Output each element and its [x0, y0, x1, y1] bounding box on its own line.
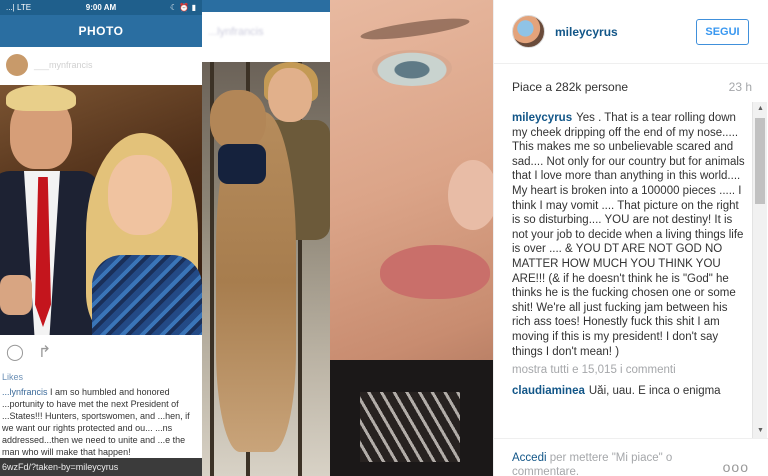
phone-caption-text: I am so humbled and honored ...portunity… [2, 387, 190, 457]
carrier-text: ...| LTE [6, 3, 32, 12]
phone-action-row: ◯ ↱ [0, 338, 202, 366]
caption-comment: mileycyrus Yes . That is a tear rolling d… [512, 111, 748, 359]
thumbs-up-hand [0, 275, 32, 315]
nose [448, 160, 493, 230]
more-options-icon[interactable]: ooo [723, 459, 749, 475]
phone-avatar [6, 54, 28, 76]
blurred-username: ...lynfrancis [208, 26, 264, 38]
comments-list: mileycyrus Yes . That is a tear rolling d… [512, 111, 748, 431]
phone-top-strip [202, 0, 330, 12]
avatar[interactable] [512, 15, 545, 48]
status-icons: ☾ ⏰ ▮ [170, 3, 196, 12]
lips [380, 245, 490, 299]
status-time: 9:00 AM [85, 3, 117, 12]
selfie-closeup [330, 0, 493, 476]
caption-username[interactable]: mileycyrus [512, 112, 572, 124]
list-item: claudiaminea Uăi, uau. E inca o enigma [512, 384, 748, 399]
comments-scrollbar[interactable]: ▲ ▼ [752, 102, 767, 438]
phone-caption-user: ...lynfrancis [2, 387, 48, 397]
post-username[interactable]: mileycyrus [555, 25, 618, 39]
comment-username[interactable]: claudiaminea [512, 385, 585, 397]
scroll-down-icon[interactable]: ▼ [753, 424, 768, 438]
follow-button[interactable]: SEGUI [696, 19, 749, 45]
screenshot-hunting-photo: ...lynfrancis [202, 0, 330, 476]
hunting-photo [202, 62, 330, 476]
phone-status-bar: ...| LTE 9:00 AM ☾ ⏰ ▮ [0, 0, 202, 15]
shirt-print [360, 392, 460, 462]
post-header: mileycyrus SEGUI [494, 0, 768, 64]
phone-likes: Likes [2, 372, 24, 382]
likes-row: Piace a 282k persone 23 h [512, 80, 752, 98]
dark-jacket [218, 144, 266, 184]
login-link[interactable]: Accedi [512, 452, 547, 464]
browser-status-url: 6wzFd/?taken-by=mileycyrus [0, 458, 202, 476]
likes-count[interactable]: Piace a 282k persone [512, 80, 628, 94]
post-image[interactable]: ...| LTE 9:00 AM ☾ ⏰ ▮ PHOTO ___mynfranc… [0, 0, 493, 476]
scroll-up-icon[interactable]: ▲ [753, 102, 768, 116]
woman-face [108, 155, 172, 235]
man-hair [6, 85, 76, 111]
post-sidebar: mileycyrus SEGUI Piace a 282k persone 23… [493, 0, 768, 476]
phone-user-row: ___mynfrancis [0, 47, 202, 83]
comment-bubble-icon: ◯ [6, 344, 24, 361]
hunter-face [268, 68, 312, 122]
post-footer: Accedi per mettere "Mi piace" o commenta… [494, 438, 768, 476]
load-more-comments[interactable]: mostra tutti e 15,015 i commenti [512, 362, 748, 378]
mountain-lion-head [210, 90, 266, 150]
phone-username: ___mynfrancis [34, 60, 93, 70]
comment-text: Uăi, uau. E inca o enigma [588, 385, 721, 398]
eyebrow [359, 14, 471, 44]
phone-nav-title: PHOTO [0, 15, 202, 47]
scroll-thumb[interactable] [755, 118, 765, 204]
woman-top [92, 255, 202, 335]
eye [372, 50, 452, 86]
phone-post-photo [0, 85, 202, 335]
post-timestamp[interactable]: 23 h [729, 80, 752, 94]
login-prompt: Accedi per mettere "Mi piace" o commenta… [512, 451, 712, 476]
screenshot-trump-photo: ...| LTE 9:00 AM ☾ ⏰ ▮ PHOTO ___mynfranc… [0, 0, 202, 476]
caption-text: Yes . That is a tear rolling down my che… [512, 112, 745, 358]
phone-caption: ...lynfrancis I am so humbled and honore… [2, 386, 200, 458]
share-arrow-icon: ↱ [37, 344, 52, 361]
